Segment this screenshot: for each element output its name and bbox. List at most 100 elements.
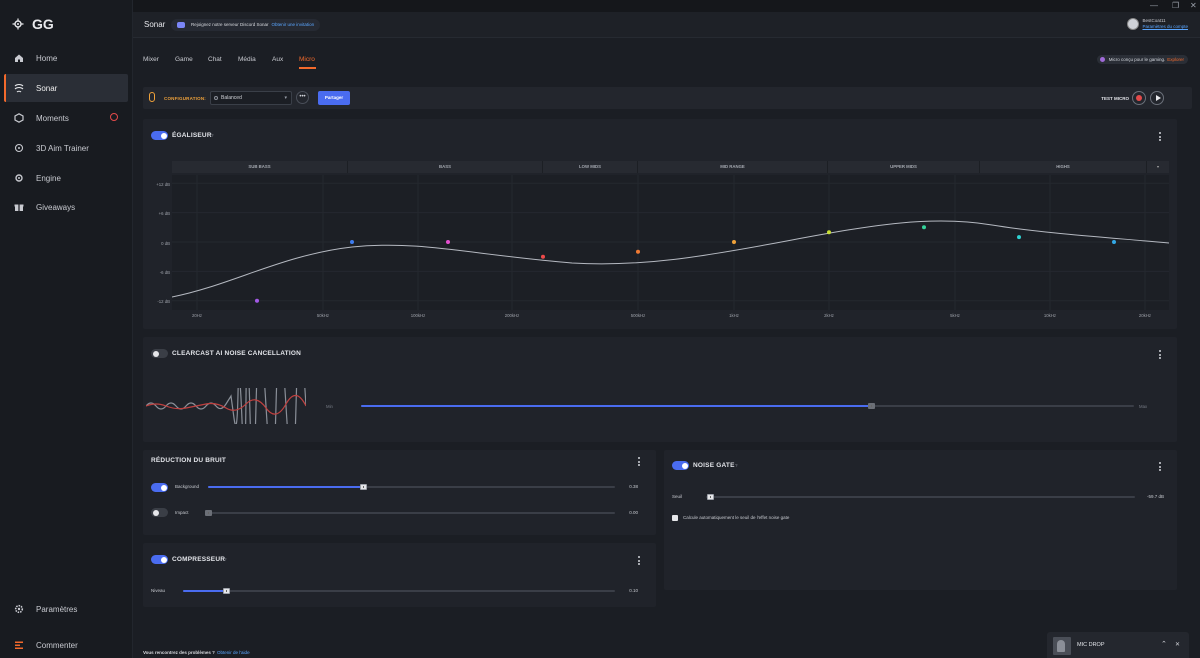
record-button[interactable] (1132, 91, 1146, 105)
help-question: Vous rencontrez des problèmes ? (143, 650, 215, 655)
eq-band-point[interactable] (255, 298, 259, 303)
compressor-slider-fill (183, 590, 226, 592)
play-button[interactable] (1150, 91, 1164, 105)
impact-slider-track[interactable] (208, 512, 615, 514)
compressor-slider-track[interactable] (183, 590, 615, 592)
auto-threshold-checkbox[interactable] (672, 515, 678, 521)
band-low-mids[interactable]: LOW MIDS (543, 161, 638, 173)
tab-micro[interactable]: Micro (299, 56, 315, 63)
tab-game[interactable]: Game (175, 56, 193, 63)
help-footer: Vous rencontrez des problèmes ? Obtenir d… (143, 650, 250, 655)
eq-graph[interactable] (171, 175, 1170, 310)
sidebar-item-label: Paramètres (36, 604, 78, 614)
sidebar-item-label: Giveaways (36, 202, 76, 212)
y-tick: +6 dB (158, 211, 170, 216)
account-settings-link[interactable]: Paramètres du compte (1142, 24, 1188, 30)
eq-band-point[interactable] (350, 240, 354, 244)
impact-slider-thumb[interactable] (205, 510, 212, 516)
help-icon[interactable]: ? (211, 133, 214, 138)
eq-band-point[interactable] (541, 254, 545, 259)
chevron-up-icon[interactable]: ⌃ (1161, 640, 1167, 648)
eq-band-point[interactable] (827, 230, 831, 235)
tab-mixer[interactable]: Mixer (143, 56, 159, 63)
share-button[interactable]: Partager (318, 91, 350, 105)
help-icon[interactable]: ? (222, 458, 225, 463)
threshold-slider-track[interactable] (706, 496, 1135, 498)
noise-reduction-menu-button[interactable] (638, 457, 641, 468)
sidebar-item-engine[interactable]: Engine (4, 164, 128, 192)
sidebar-item-sonar[interactable]: Sonar (4, 74, 128, 102)
mini-player[interactable]: MIC DROP ⌃ ✕ (1047, 632, 1189, 658)
noise-gate-panel (664, 450, 1177, 590)
help-icon[interactable]: ? (224, 557, 227, 562)
header: Sonar Rejoignez notre serveur Discord So… (133, 12, 1200, 38)
tab-media[interactable]: Média (238, 56, 256, 63)
eq-band-point[interactable] (732, 240, 736, 244)
close-icon[interactable]: ✕ (1190, 1, 1197, 10)
sidebar-item-giveaways[interactable]: Giveaways (4, 193, 128, 221)
moments-icon (14, 113, 24, 123)
avatar[interactable] (1127, 18, 1140, 30)
promo-banner[interactable]: Micro conçu pour le gaming. Explorer (1096, 55, 1188, 64)
preset-select[interactable]: Balanced ▾ (210, 91, 292, 105)
background-toggle[interactable] (151, 483, 168, 492)
equalizer-toggle[interactable] (151, 131, 168, 140)
more-options-button[interactable]: ••• (296, 91, 309, 104)
user-menu[interactable]: BestCoat11 Paramètres du compte (1127, 18, 1188, 30)
noise-gate-toggle[interactable] (672, 461, 689, 470)
impact-toggle[interactable] (151, 508, 168, 517)
band-mid-range[interactable]: MID RANGE (638, 161, 828, 173)
clearcast-menu-button[interactable] (1159, 350, 1162, 361)
sidebar-item-home[interactable]: Home (4, 44, 128, 72)
x-tick: 100kHz (410, 313, 426, 318)
sidebar-item-moments[interactable]: Moments (4, 104, 128, 132)
minimize-icon[interactable]: — (1150, 1, 1158, 10)
restore-icon[interactable]: ❐ (1172, 1, 1179, 10)
aim-icon (14, 143, 24, 153)
user-name: BestCoat11 (1142, 18, 1166, 23)
background-slider-thumb[interactable] (360, 484, 367, 490)
discord-invite-link[interactable]: Obtenir une invitation (272, 22, 315, 27)
eq-band-point[interactable] (922, 225, 926, 230)
equalizer-menu-button[interactable] (1159, 132, 1162, 143)
impact-value: 0.00 (629, 510, 638, 515)
compressor-toggle[interactable] (151, 555, 168, 564)
noise-gate-menu-button[interactable] (1159, 462, 1162, 473)
discord-banner[interactable]: Rejoignez notre serveur Discord Sonar Obt… (171, 19, 321, 31)
microphone-icon (149, 92, 155, 102)
band-upper-mids[interactable]: UPPER MIDS (828, 161, 980, 173)
bands-dropdown-icon[interactable]: ▾ (1147, 161, 1169, 173)
compressor-slider-thumb[interactable] (223, 588, 230, 594)
clearcast-slider-thumb[interactable] (868, 403, 875, 409)
eq-band-point[interactable] (636, 249, 640, 254)
compressor-menu-button[interactable] (638, 556, 641, 567)
threshold-slider-thumb[interactable] (707, 494, 714, 500)
tab-aux[interactable]: Aux (272, 56, 283, 63)
sidebar-item-aim-trainer[interactable]: 3D Aim Trainer (4, 134, 128, 162)
sidebar-item-label: 3D Aim Trainer (36, 143, 89, 153)
sidebar-item-feedback[interactable]: Commenter (4, 631, 128, 658)
promo-text: Micro conçu pour le gaming. (1108, 57, 1166, 62)
help-link[interactable]: Obtenir de l'aide (217, 650, 250, 655)
eq-curve-svg[interactable] (171, 175, 1170, 310)
x-tick: 1kHz (729, 313, 739, 318)
feedback-icon (15, 641, 23, 649)
eq-band-point[interactable] (1017, 235, 1021, 240)
promo-explore-link[interactable]: Explorer (1167, 57, 1184, 62)
help-icon[interactable]: ? (293, 351, 296, 356)
band-sub-bass[interactable]: SUB BASS (172, 161, 348, 173)
configuration-bar: CONFIGURATION: Balanced ▾ ••• Partager T… (143, 87, 1192, 109)
brand-name: GG (32, 16, 54, 32)
eq-band-point[interactable] (1112, 240, 1116, 244)
eq-band-point[interactable] (446, 240, 450, 244)
sidebar-item-settings[interactable]: Paramètres (4, 595, 128, 623)
album-art (1053, 637, 1071, 655)
track-title: MIC DROP (1077, 642, 1105, 648)
help-icon[interactable]: ? (735, 463, 738, 468)
close-icon[interactable]: ✕ (1175, 641, 1180, 648)
tab-chat[interactable]: Chat (208, 56, 222, 63)
clearcast-toggle[interactable] (151, 349, 168, 358)
brand[interactable]: GG (12, 16, 54, 32)
band-bass[interactable]: BASS (348, 161, 543, 173)
band-highs[interactable]: HIGHS (980, 161, 1147, 173)
